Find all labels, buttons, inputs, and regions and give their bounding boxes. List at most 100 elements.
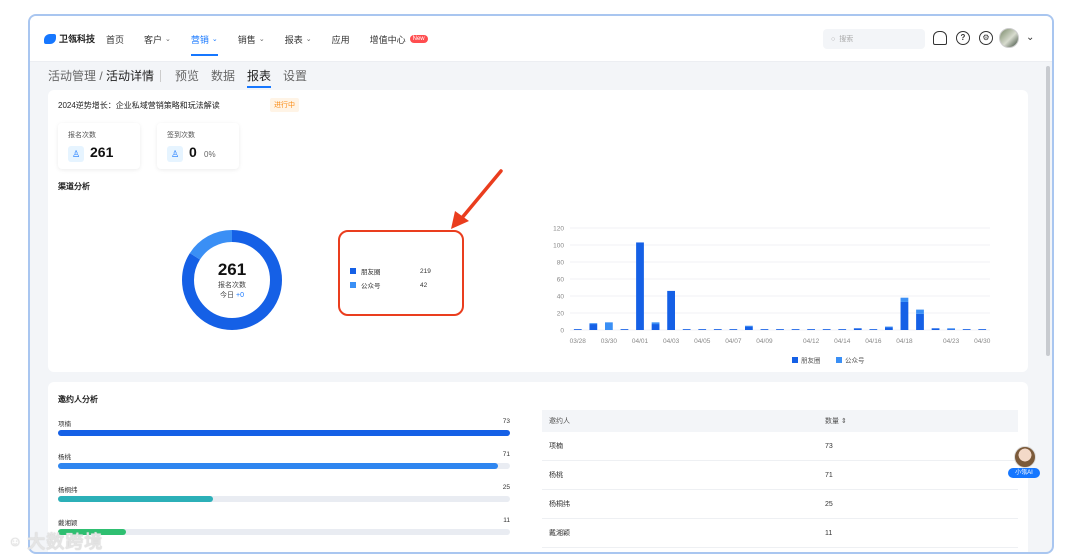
bar-03/30-1[interactable] [605,322,613,330]
bar-04/19-1[interactable] [916,309,924,314]
bar-04/18-0[interactable] [900,301,909,330]
nav-item-6[interactable]: 增值中心 New [370,16,428,62]
bar-04/09-0[interactable] [760,329,769,330]
inviter-name: 杨桐纬 [58,487,78,494]
bar-04/01-0[interactable] [636,242,644,330]
assistant-avatar [1014,446,1036,468]
chevron-down-icon: ⌄ [211,36,218,43]
ai-assistant-button[interactable]: 小瓴AI [1006,446,1042,480]
bar-03/29-0[interactable] [589,324,598,330]
bar-04/17-0[interactable] [885,327,893,330]
bar-04/23-1[interactable] [947,328,955,330]
stat-card-signup: 报名次数 ♙ 261 [58,123,140,169]
logo[interactable]: 卫瓴科技 [44,32,95,45]
bar-04/15-0[interactable] [853,328,862,330]
watermark-text: 大数跨境 [27,532,104,552]
bar-04/02-1[interactable] [651,322,660,325]
overview-card: 2024逆势增长：企业私域营销策略和玩法解读 进行中 报名次数 ♙ 261 签到… [48,90,1028,372]
nav-label: 首页 [106,34,125,45]
x-tick-label: 04/09 [756,338,773,345]
search-icon: ○ [831,35,836,43]
legend-swatch [350,268,356,274]
cell-name: 戴湘颖 [549,530,570,537]
today-label: 今日 [220,292,235,299]
chevron-down-icon: ⌄ [165,36,171,43]
inviter-name: 项楠 [58,421,71,428]
bar-03/28-0[interactable] [573,329,582,330]
nav-item-1[interactable]: 客户 ⌄ [144,16,171,62]
section-title-inviters: 邀约人分析 [58,395,98,404]
bell-icon[interactable] [933,31,947,45]
chevron-down-icon: ⌄ [305,36,312,43]
table-row[interactable]: 戴湘颖 11 [542,519,1018,548]
scrollbar[interactable] [1046,66,1050,356]
bar-04/16-0[interactable] [869,329,878,330]
bar-04/23-0[interactable] [947,329,955,330]
bar-04/20-0[interactable] [931,328,940,330]
gear-icon[interactable]: ⚙ [979,31,993,45]
bar-04/06-0[interactable] [713,329,722,330]
x-tick-label: 04/05 [694,338,711,345]
tab-0[interactable]: 预览 [175,67,199,88]
bar-04/12-0[interactable] [807,329,815,330]
bar-04/18-1[interactable] [900,297,909,302]
bar-04/17-1[interactable] [885,326,893,328]
help-icon[interactable]: ? [956,31,970,45]
nav-item-2[interactable]: 营销 ⌄ [190,16,218,62]
breadcrumb-parent[interactable]: 活动管理 / [48,69,106,83]
nav-item-0[interactable]: 首页 [106,16,124,62]
nav-item-4[interactable]: 报表 ⌄ [285,16,312,62]
bar-04/13-0[interactable] [822,329,831,330]
table-row[interactable]: 杨桐纬 25 [542,490,1018,519]
bar-04/03-0[interactable] [667,290,675,330]
bar-04/10-0[interactable] [776,329,784,330]
bar-04/08-1[interactable] [745,325,753,327]
logo-text: 卫瓴科技 [59,34,96,44]
cell-name: 杨桃 [549,472,563,479]
bar-03/29-1[interactable] [589,323,598,325]
nav-label: 客户 [144,34,163,45]
col-count-sort[interactable]: 数量 ⇕ [825,416,1005,426]
user-icon: ♙ [167,146,183,162]
table-row[interactable]: 项楠 73 [542,432,1018,461]
y-tick-label: 0 [560,328,564,335]
bar-03/31-0[interactable] [620,329,629,330]
legend-swatch [836,357,842,363]
search-input[interactable]: ○ 搜索 [823,29,925,49]
bar-04/08-0[interactable] [745,326,753,330]
bar-04/19-0[interactable] [916,313,924,330]
bar-04/07-0[interactable] [729,329,738,330]
table-row[interactable]: 杨桃 71 [542,461,1018,490]
logo-mark-icon [44,33,56,44]
stat-percent: 0% [204,150,216,159]
progress-fill[interactable] [58,430,510,436]
tab-1[interactable]: 数据 [211,67,235,88]
bar-04/05-0[interactable] [698,329,707,330]
legend-item-official[interactable]: 公众号 42 [350,280,450,290]
progress-track [58,430,510,436]
app-window: 卫瓴科技 首页 客户 ⌄ 营销 ⌄ 销售 ⌄ 报表 ⌄ 应用 增值中心 New ○ 搜索 ? ⚙ ⌄ … [28,14,1054,554]
avatar[interactable] [999,28,1019,48]
inviter-value: 73 [502,418,510,425]
x-tick-label: 04/14 [834,338,851,345]
legend-item-moments[interactable]: 朋友圈 219 [350,266,450,276]
bar-04/02-0[interactable] [651,324,660,330]
bar-04/14-0[interactable] [838,329,847,330]
nav-item-5[interactable]: 应用 [332,16,350,62]
tab-2[interactable]: 报表 [247,67,272,88]
bar-04/29-0[interactable] [962,329,971,330]
stat-card-checkin: 签到次数 ♙ 0 0% [157,123,239,169]
legend-label: 公众号 [845,357,865,365]
y-tick-label: 60 [557,277,565,284]
progress-fill[interactable] [58,463,498,469]
daily-signup-bar-chart: 0 20 40 60 80 100 120 03/28 03/30 04/01 04/03 04/05… [553,226,991,365]
bar-04/04-0[interactable] [682,329,691,330]
bar-04/30-0[interactable] [978,329,987,330]
cell-name: 项楠 [549,443,563,450]
stat-label: 报名次数 [68,132,96,139]
progress-fill[interactable] [58,496,213,502]
tab-3[interactable]: 设置 [283,67,307,88]
bar-04/11-0[interactable] [791,329,800,330]
nav-item-3[interactable]: 销售 ⌄ [238,16,265,62]
chevron-down-icon[interactable]: ⌄ [1026,32,1034,43]
